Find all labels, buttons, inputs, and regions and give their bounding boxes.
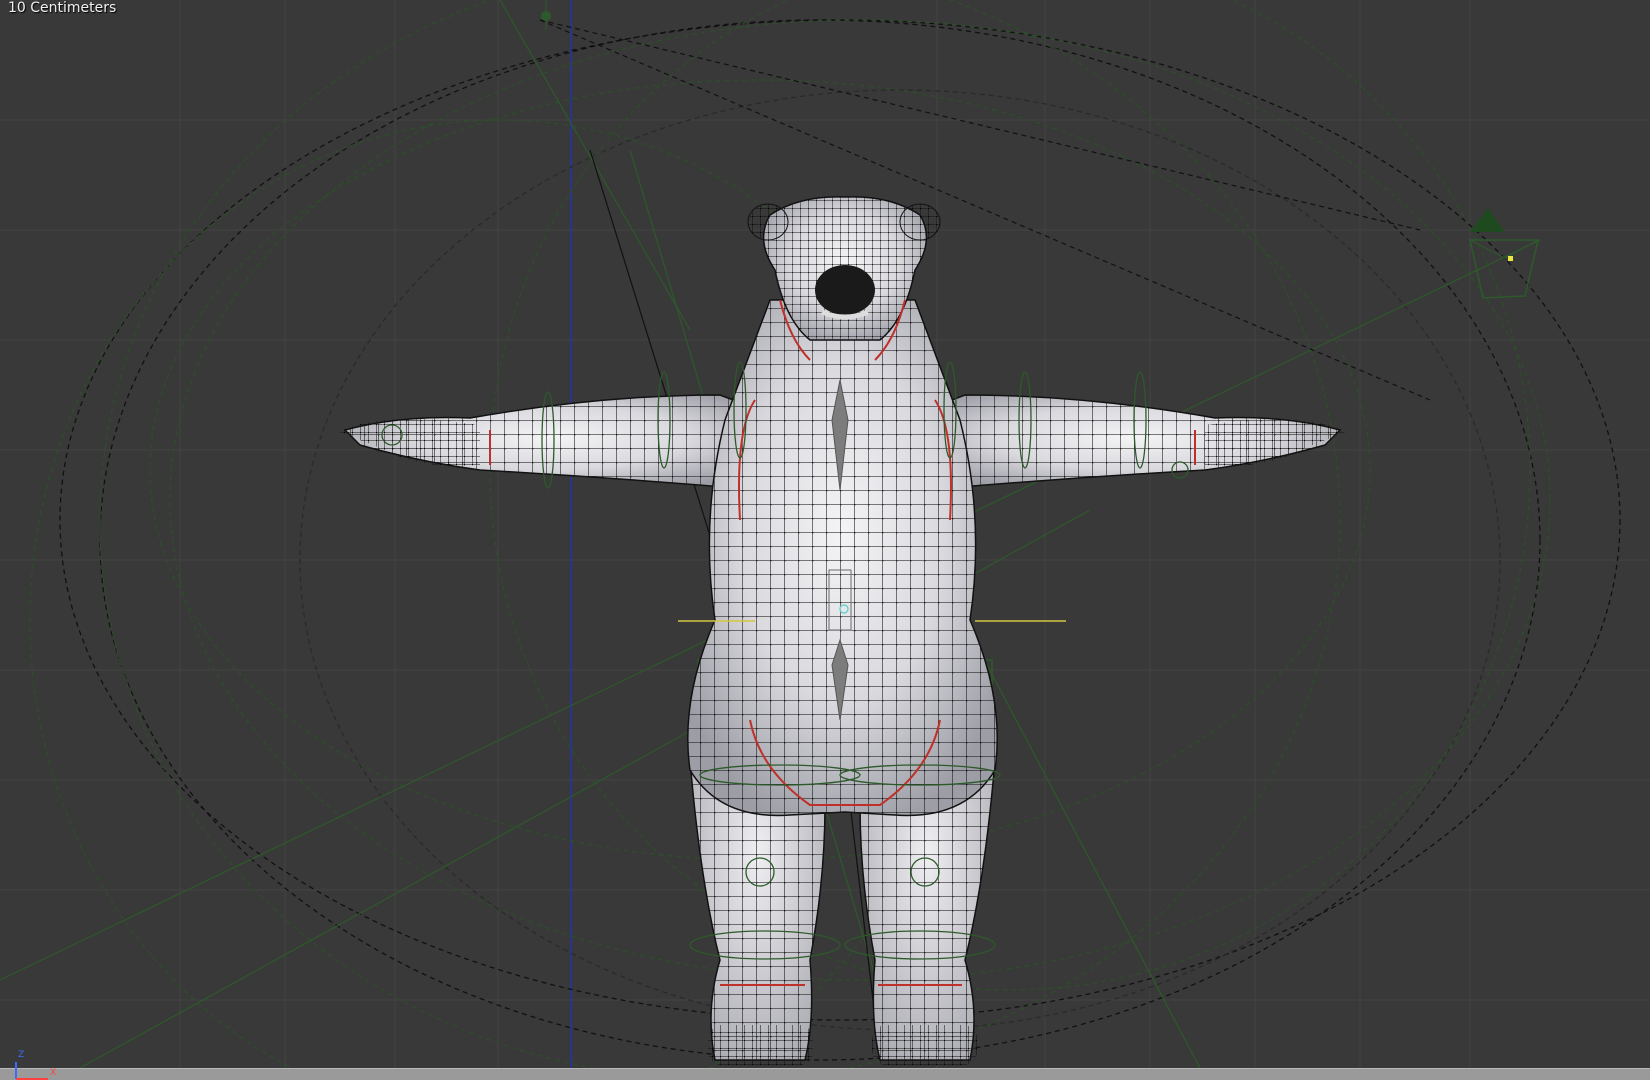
- scene-canvas[interactable]: [0, 0, 1650, 1080]
- grid-scale-label: 10 Centimeters: [8, 0, 117, 16]
- gizmo-z-label: Z: [18, 1050, 25, 1060]
- bear-mesh[interactable]: [340, 196, 1345, 1065]
- gizmo-x-label: X: [50, 1068, 57, 1078]
- empty-icon[interactable]: [541, 0, 551, 30]
- viewport-bottom-edge: [0, 1068, 1650, 1080]
- axis-gizmo: Z X: [8, 1042, 58, 1080]
- 3d-viewport[interactable]: 10 Centimeters Z X: [0, 0, 1650, 1080]
- camera-icon[interactable]: [1469, 208, 1539, 299]
